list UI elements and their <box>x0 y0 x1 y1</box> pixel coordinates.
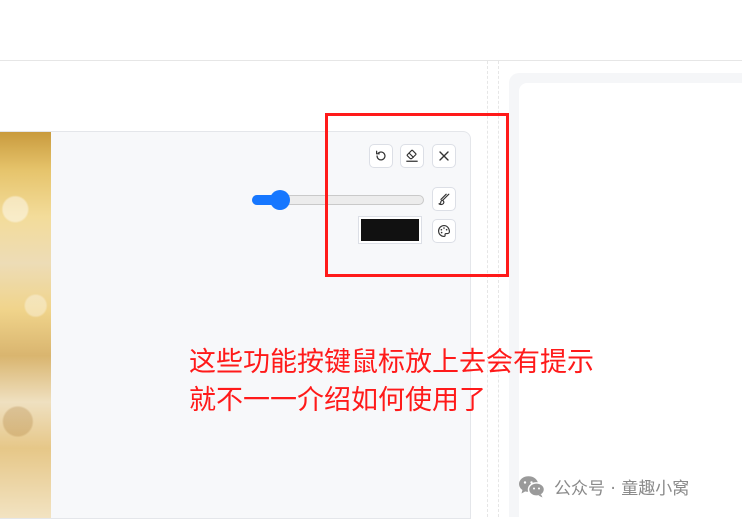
annotation-line: 就不一一介绍如何使用了 <box>189 385 486 416</box>
watermark: 公众号 · 童趣小窝 <box>518 474 689 499</box>
slider-thumb[interactable] <box>270 190 290 210</box>
annotation-text: 这些功能按键鼠标放上去会有提示 就不一一介绍如何使用了 <box>189 344 594 420</box>
result-panel-content <box>519 83 742 517</box>
annotation-line: 这些功能按键鼠标放上去会有提示 <box>189 347 594 378</box>
wechat-icon <box>519 475 546 497</box>
highlight-box <box>325 113 509 277</box>
result-panel <box>509 73 742 517</box>
photo-image <box>0 132 51 518</box>
watermark-text: 公众号 · 童趣小窝 <box>554 479 690 499</box>
top-bar <box>0 0 742 61</box>
